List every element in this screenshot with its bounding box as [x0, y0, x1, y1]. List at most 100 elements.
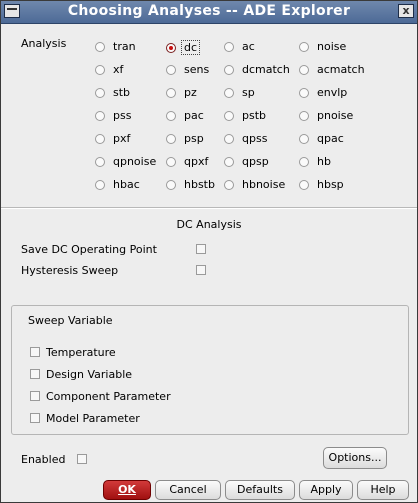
radio-pz[interactable]: pz [166, 86, 197, 99]
radio-indicator-icon [166, 156, 176, 167]
enabled-checkbox[interactable] [77, 454, 87, 464]
radio-pss[interactable]: pss [95, 109, 131, 122]
radio-hb[interactable]: hb [299, 155, 331, 168]
radio-label: sens [184, 63, 210, 76]
component-parameter-checkbox[interactable] [30, 391, 40, 401]
temperature-label: Temperature [46, 346, 116, 359]
radio-indicator-icon [95, 41, 105, 52]
radio-hbac[interactable]: hbac [95, 178, 140, 191]
radio-label: sp [242, 86, 255, 99]
radio-label: xf [113, 63, 124, 76]
radio-label: hbstb [184, 178, 215, 191]
radio-label: envlp [317, 86, 348, 99]
radio-indicator-icon [299, 41, 309, 52]
title-bar: Choosing Analyses -- ADE Explorer x [1, 1, 417, 24]
radio-indicator-icon [166, 110, 176, 121]
radio-envlp[interactable]: envlp [299, 86, 347, 99]
radio-indicator-icon [166, 64, 176, 75]
ok-button-label: OK [118, 483, 136, 496]
radio-label: hb [317, 155, 331, 168]
radio-qpnoise[interactable]: qpnoise [95, 155, 156, 168]
analysis-label: Analysis [21, 37, 67, 50]
radio-label: pac [184, 109, 204, 122]
radio-pxf[interactable]: pxf [95, 132, 130, 145]
radio-xf[interactable]: xf [95, 63, 123, 76]
radio-tran[interactable]: tran [95, 40, 136, 53]
apply-button-label: Apply [310, 483, 342, 496]
radio-hbstb[interactable]: hbstb [166, 178, 215, 191]
radio-indicator-icon [166, 179, 176, 190]
defaults-button-label: Defaults [237, 483, 283, 496]
close-icon[interactable]: x [398, 4, 414, 18]
radio-label: hbnoise [242, 178, 286, 191]
model-parameter-label: Model Parameter [46, 412, 140, 425]
radio-label: qpnoise [113, 155, 157, 168]
radio-indicator-icon [95, 110, 105, 121]
radio-psp[interactable]: psp [166, 132, 204, 145]
radio-qpac[interactable]: qpac [299, 132, 344, 145]
help-button[interactable]: Help [357, 480, 409, 500]
radio-sp[interactable]: sp [224, 86, 255, 99]
radio-hbnoise[interactable]: hbnoise [224, 178, 285, 191]
radio-label: pxf [113, 132, 131, 145]
radio-sens[interactable]: sens [166, 63, 209, 76]
radio-indicator-icon [95, 64, 105, 75]
radio-pstb[interactable]: pstb [224, 109, 266, 122]
design-variable-checkbox[interactable] [30, 369, 40, 379]
radio-indicator-icon [299, 133, 309, 144]
radio-hbsp[interactable]: hbsp [299, 178, 344, 191]
radio-dcmatch[interactable]: dcmatch [224, 63, 290, 76]
save-dc-op-checkbox[interactable] [196, 244, 206, 254]
radio-label: tran [113, 40, 136, 53]
apply-button[interactable]: Apply [299, 480, 353, 500]
radio-label: qpac [317, 132, 344, 145]
radio-dc[interactable]: dc [166, 40, 201, 55]
radio-label: dc [181, 40, 201, 55]
temperature-checkbox[interactable] [30, 347, 40, 357]
dc-analysis-title: DC Analysis [176, 218, 242, 231]
radio-indicator-icon [224, 110, 234, 121]
save-dc-op-label: Save DC Operating Point [21, 243, 157, 256]
radio-indicator-icon [299, 110, 309, 121]
radio-pac[interactable]: pac [166, 109, 204, 122]
options-button[interactable]: Options... [323, 447, 387, 469]
defaults-button[interactable]: Defaults [225, 480, 295, 500]
radio-indicator-icon [224, 133, 234, 144]
radio-acmatch[interactable]: acmatch [299, 63, 365, 76]
radio-indicator-icon [224, 87, 234, 98]
radio-label: pstb [242, 109, 267, 122]
radio-indicator-icon [299, 156, 309, 167]
radio-indicator-icon [166, 42, 176, 53]
cancel-button-label: Cancel [169, 483, 207, 496]
radio-indicator-icon [95, 156, 105, 167]
radio-label: qpsp [242, 155, 269, 168]
divider [1, 207, 417, 209]
radio-indicator-icon [224, 64, 234, 75]
hysteresis-sweep-checkbox[interactable] [196, 265, 206, 275]
radio-stb[interactable]: stb [95, 86, 130, 99]
cancel-button[interactable]: Cancel [155, 480, 221, 500]
model-parameter-checkbox[interactable] [30, 413, 40, 423]
radio-qpxf[interactable]: qpxf [166, 155, 208, 168]
radio-indicator-icon [224, 41, 234, 52]
choosing-analyses-dialog: Choosing Analyses -- ADE Explorer x Anal… [0, 0, 418, 503]
radio-qpsp[interactable]: qpsp [224, 155, 269, 168]
radio-label: qpss [242, 132, 268, 145]
help-button-label: Help [370, 483, 396, 496]
ok-button[interactable]: OK [103, 480, 151, 500]
radio-indicator-icon [299, 87, 309, 98]
window-title: Choosing Analyses -- ADE Explorer [67, 3, 351, 19]
radio-indicator-icon [95, 87, 105, 98]
radio-label: hbac [113, 178, 140, 191]
radio-pnoise[interactable]: pnoise [299, 109, 353, 122]
sweep-variable-title: Sweep Variable [28, 314, 113, 327]
radio-noise[interactable]: noise [299, 40, 346, 53]
radio-indicator-icon [166, 133, 176, 144]
radio-label: qpxf [184, 155, 209, 168]
radio-label: stb [113, 86, 131, 99]
radio-qpss[interactable]: qpss [224, 132, 267, 145]
radio-ac[interactable]: ac [224, 40, 255, 53]
radio-indicator-icon [95, 133, 105, 144]
radio-indicator-icon [224, 156, 234, 167]
radio-label: psp [184, 132, 204, 145]
